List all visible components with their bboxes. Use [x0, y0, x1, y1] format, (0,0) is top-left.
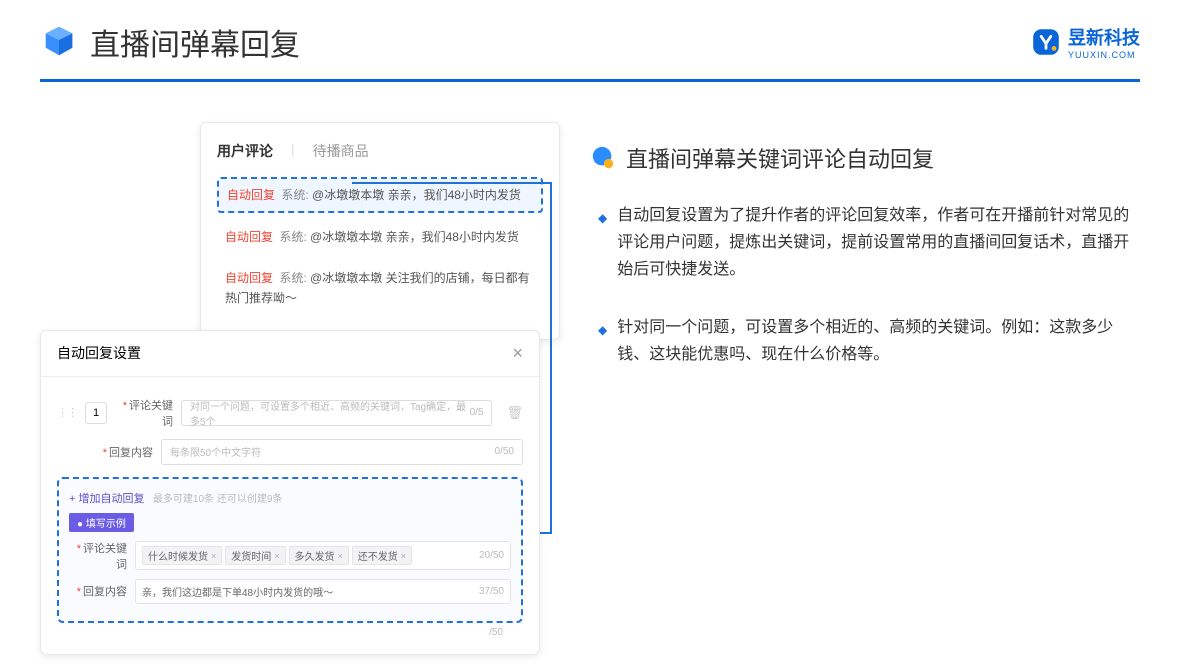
keyword-label: *评论关键词 [115, 397, 173, 429]
keyword-tag[interactable]: 还不发货× [352, 546, 412, 565]
section-bubble-icon [590, 145, 616, 171]
example-keyword-input[interactable]: 什么时候发货×发货时间×多久发货×还不发货× 20/50 [135, 541, 511, 570]
auto-reply-tag: 自动回复 [225, 230, 273, 244]
tag-remove-icon[interactable]: × [211, 551, 216, 561]
cube-icon [40, 23, 78, 61]
comment-text: @冰墩墩本墩 亲亲，我们48小时内发货 [310, 230, 519, 244]
footer-counter: /50 [57, 627, 523, 638]
comment-text: @冰墩墩本墩 亲亲，我们48小时内发货 [312, 188, 521, 202]
comment-row: 自动回复 系统: @冰墩墩本墩 关注我们的店铺，每日都有热门推荐呦～ [217, 262, 543, 315]
drag-handle-icon[interactable]: ⋮⋮ [57, 406, 77, 419]
bullet-text: 针对同一个问题，可设置多个相近的、高频的关键词。例如：这款多少钱、这块能优惠吗、… [617, 314, 1140, 368]
brand-logo: 昱新科技 YUUXIN.COM [1030, 24, 1140, 60]
add-hint-text: 最多可建10条 还可以创建9条 [153, 494, 282, 505]
keyword-input[interactable]: 对同一个问题，可设置多个相近、高频的关键词，Tag确定，最多5个 0/5 [181, 400, 492, 426]
system-tag: 系统: [281, 188, 308, 202]
brand-icon [1030, 26, 1062, 58]
content-input[interactable]: 每条限50个中文字符 0/50 [161, 439, 523, 465]
comment-row-highlighted: 自动回复 系统: @冰墩墩本墩 亲亲，我们48小时内发货 [217, 177, 543, 213]
tab-user-comments[interactable]: 用户评论 [217, 141, 273, 161]
diamond-icon: ◆ [598, 208, 607, 284]
page-title: 直播间弹幕回复 [90, 20, 300, 64]
tag-remove-icon[interactable]: × [274, 551, 279, 561]
bullet-text: 自动回复设置为了提升作者的评论回复效率，作者可在开播前针对常见的评论用户问题，提… [617, 202, 1140, 284]
bullet-item: ◆ 自动回复设置为了提升作者的评论回复效率，作者可在开播前针对常见的评论用户问题… [590, 202, 1140, 284]
auto-reply-tag: 自动回复 [227, 188, 275, 202]
example-content-label: *回复内容 [69, 583, 127, 599]
close-icon[interactable]: × [512, 343, 523, 364]
tag-list: 什么时候发货×发货时间×多久发货×还不发货× [142, 546, 415, 565]
example-highlight-box: + 增加自动回复 最多可建10条 还可以创建9条 ● 填写示例 *评论关键词 什… [57, 477, 523, 623]
example-keyword-label: *评论关键词 [69, 540, 127, 572]
content-counter: 0/50 [495, 446, 514, 457]
example-kw-counter: 20/50 [479, 550, 504, 561]
tab-pending-products[interactable]: 待播商品 [313, 141, 369, 161]
keyword-tag[interactable]: 多久发货× [289, 546, 349, 565]
auto-reply-settings-panel: 自动回复设置 × ⋮⋮ *评论关键词 对同一个问题，可设置多个相近、高频的关键词… [40, 330, 540, 655]
content-label: *回复内容 [95, 444, 153, 460]
comments-panel: 用户评论 | 待播商品 自动回复 系统: @冰墩墩本墩 亲亲，我们48小时内发货… [200, 122, 560, 340]
add-auto-reply-link[interactable]: + 增加自动回复 [69, 493, 144, 505]
keyword-tag[interactable]: 发货时间× [225, 546, 285, 565]
tag-remove-icon[interactable]: × [401, 551, 406, 561]
example-content-input[interactable]: 亲，我们这边都是下单48小时内发货的哦～ 37/50 [135, 579, 511, 604]
panel-title: 自动回复设置 [57, 343, 141, 363]
tab-separator: | [291, 141, 295, 161]
diamond-icon: ◆ [598, 320, 607, 368]
brand-name-en: YUUXIN.COM [1068, 50, 1140, 60]
bullet-item: ◆ 针对同一个问题，可设置多个相近的、高频的关键词。例如：这款多少钱、这块能优惠… [590, 314, 1140, 368]
order-input[interactable] [85, 402, 107, 424]
comment-row: 自动回复 系统: @冰墩墩本墩 亲亲，我们48小时内发货 [217, 221, 543, 253]
trash-icon[interactable]: 🗑 [506, 405, 523, 421]
keyword-counter: 0/5 [470, 407, 484, 418]
keyword-tag[interactable]: 什么时候发货× [142, 546, 222, 565]
section-title: 直播间弹幕关键词评论自动回复 [626, 142, 934, 174]
system-tag: 系统: [279, 271, 306, 285]
tag-remove-icon[interactable]: × [338, 551, 343, 561]
example-content-counter: 37/50 [479, 586, 504, 597]
system-tag: 系统: [279, 230, 306, 244]
auto-reply-tag: 自动回复 [225, 271, 273, 285]
example-badge: ● 填写示例 [69, 513, 134, 532]
brand-name-cn: 昱新科技 [1068, 24, 1140, 50]
